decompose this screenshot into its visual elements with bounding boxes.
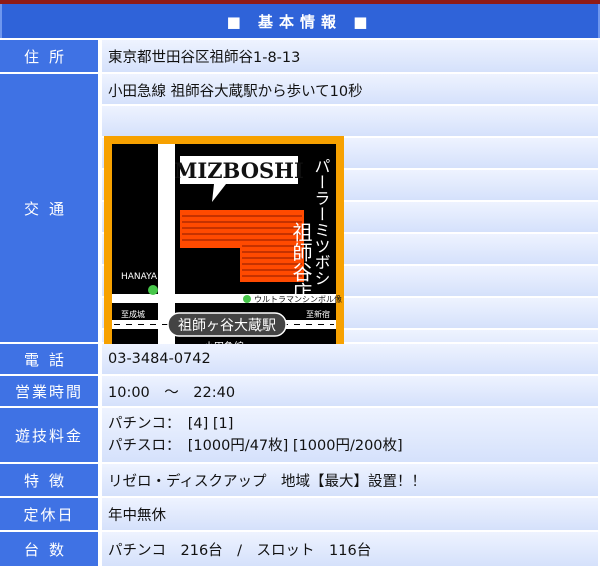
fees-pachinko: パチンコ： [4] [1] xyxy=(108,416,234,432)
landmark-label: ウルトラマンシンボル像 xyxy=(254,294,342,304)
holiday-label: 定休日 xyxy=(0,498,100,530)
features-label: 特徴 xyxy=(0,464,100,496)
to-seijo-label: 至成城 xyxy=(121,309,145,319)
row-fees: 遊技料金 パチンコ： [4] [1] パチスロ： [1000円/47枚] [10… xyxy=(0,408,598,462)
row-hours: 営業時間 10:00 ～ 22:40 xyxy=(0,376,598,406)
shop-branch-vertical: 祖師谷店 xyxy=(289,222,313,302)
hanaya-dot xyxy=(148,285,158,295)
to-shinjuku-label: 至新宿 xyxy=(306,309,330,319)
phone-value: 03-3484-0742 xyxy=(102,344,598,374)
row-transport: 交通 小田急線 祖師谷大蔵駅から歩いて10秒 MIZBOSHI パーラーミツボシ… xyxy=(0,74,598,374)
transport-label: 交通 xyxy=(0,74,100,342)
machines-value: パチンコ 216台 / スロット 116台 xyxy=(102,532,598,566)
brand-logo: MIZBOSHI xyxy=(174,158,304,183)
fees-pachislot: パチスロ： [1000円/47枚] [1000円/200枚] xyxy=(108,438,403,454)
row-machines: 台数 パチンコ 216台 / スロット 116台 xyxy=(0,532,598,566)
address-label: 住所 xyxy=(0,40,100,72)
row-features: 特徴 リゼロ・ディスクアップ 地域【最大】設置！！ xyxy=(0,464,598,496)
fees-label: 遊技料金 xyxy=(0,408,100,462)
station-label: 祖師ヶ谷大蔵駅 xyxy=(178,318,276,334)
transport-value: 小田急線 祖師谷大蔵駅から歩いて10秒 xyxy=(108,84,363,100)
hours-label: 営業時間 xyxy=(0,376,100,406)
hours-value: 10:00 ～ 22:40 xyxy=(102,376,598,406)
phone-label: 電話 xyxy=(0,344,100,374)
landmark-dot xyxy=(243,295,251,303)
fees-value: パチンコ： [4] [1] パチスロ： [1000円/47枚] [1000円/2… xyxy=(102,408,598,462)
row-address: 住所 東京都世田谷区祖師谷1-8-13 xyxy=(0,40,598,72)
access-map: MIZBOSHI パーラーミツボシ 祖師谷店 HANAYA ウルトラマンシンボル… xyxy=(104,136,344,374)
row-phone: 電話 03-3484-0742 xyxy=(0,344,598,374)
section-header: ■ 基本情報 ■ xyxy=(0,4,600,38)
address-value: 東京都世田谷区祖師谷1-8-13 xyxy=(102,40,598,72)
holiday-value: 年中無休 xyxy=(102,498,598,530)
hanaya-label: HANAYA xyxy=(121,272,158,282)
row-holiday: 定休日 年中無休 xyxy=(0,498,598,530)
machines-label: 台数 xyxy=(0,532,100,566)
basic-info-page: ■ 基本情報 ■ 住所 東京都世田谷区祖師谷1-8-13 交通 小田急線 祖師谷… xyxy=(0,0,600,566)
shop-name-vertical: パーラーミツボシ xyxy=(312,158,331,286)
features-value: リゼロ・ディスクアップ 地域【最大】設置！！ xyxy=(102,464,598,496)
